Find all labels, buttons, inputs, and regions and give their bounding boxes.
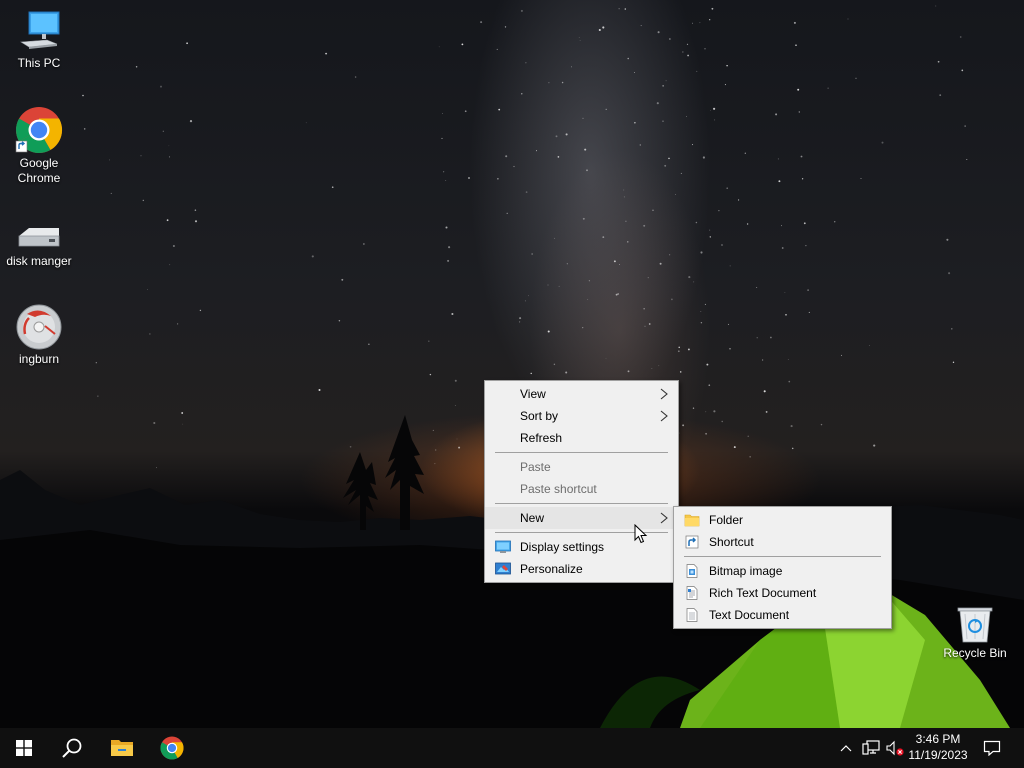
clock-time: 3:46 PM — [915, 732, 961, 746]
menu-item-view[interactable]: View — [485, 383, 678, 405]
personalize-icon — [495, 562, 511, 575]
desktop-context-menu: View Sort by Refresh Paste Paste shortcu… — [484, 380, 679, 583]
chevron-right-icon — [660, 512, 668, 524]
start-button[interactable] — [0, 728, 48, 768]
menu-separator — [684, 556, 881, 557]
taskbar: 3:46 PM 11/19/2023 — [0, 728, 1024, 768]
menu-item-label: View — [520, 387, 546, 401]
desktop-icon-label: This PC — [17, 56, 61, 70]
search-button[interactable] — [48, 728, 96, 768]
menu-item-label: Text Document — [709, 608, 790, 622]
menu-item-display-settings[interactable]: Display settings — [485, 536, 678, 558]
desktop-icon-label: Recycle Bin — [943, 646, 1007, 660]
chevron-right-icon — [660, 410, 668, 422]
network-icon — [862, 740, 880, 755]
recycle-bin-icon — [957, 607, 993, 643]
show-hidden-icons-button[interactable] — [836, 728, 856, 768]
menu-separator — [495, 503, 668, 504]
volume-button[interactable] — [884, 728, 906, 768]
notification-center-icon — [983, 740, 1001, 756]
chrome-icon — [15, 107, 63, 153]
menu-item-refresh[interactable]: Refresh — [485, 427, 678, 449]
menu-item-label: Sort by — [520, 409, 559, 423]
menu-item-label: New — [520, 511, 545, 525]
computer-icon — [20, 11, 60, 49]
start-icon — [16, 740, 32, 756]
menu-item-label: Shortcut — [709, 535, 754, 549]
desktop[interactable]: This PC Google Chrome disk manger ingbur… — [0, 0, 1024, 728]
submenu-item-shortcut[interactable]: Shortcut — [674, 531, 891, 553]
chrome-icon — [160, 736, 184, 760]
search-icon — [62, 738, 82, 758]
menu-item-label: Refresh — [520, 431, 563, 445]
menu-item-new[interactable]: New — [485, 507, 678, 529]
bitmap-icon — [686, 564, 698, 578]
desktop-icon-disk-manger[interactable]: disk manger — [1, 222, 77, 269]
network-button[interactable] — [858, 728, 884, 768]
desktop-icon-ingburn[interactable]: ingburn — [1, 304, 77, 367]
menu-item-label: Bitmap image — [709, 564, 783, 578]
menu-item-personalize[interactable]: Personalize — [485, 558, 678, 580]
text-document-icon — [686, 608, 698, 622]
menu-item-sort-by[interactable]: Sort by — [485, 405, 678, 427]
desktop-icon-label: Google Chrome — [17, 156, 61, 185]
submenu-item-folder[interactable]: Folder — [674, 509, 891, 531]
menu-item-label: Personalize — [520, 562, 583, 576]
desktop-icon-label: ingburn — [18, 352, 60, 366]
menu-item-paste-shortcut[interactable]: Paste shortcut — [485, 478, 678, 500]
shortcut-icon — [685, 535, 699, 549]
menu-item-label: Folder — [709, 513, 744, 527]
display-settings-icon — [495, 540, 511, 553]
desktop-icon-google-chrome[interactable]: Google Chrome — [1, 106, 77, 186]
chevron-right-icon — [660, 388, 668, 400]
chevron-up-icon — [840, 745, 852, 752]
file-explorer-button[interactable] — [98, 728, 146, 768]
chrome-taskbar-button[interactable] — [148, 728, 196, 768]
menu-separator — [495, 452, 668, 453]
notification-center-button[interactable] — [976, 728, 1008, 768]
submenu-item-text-document[interactable]: Text Document — [674, 604, 891, 626]
menu-item-label: Display settings — [520, 540, 605, 554]
file-explorer-icon — [111, 740, 133, 756]
rtf-document-icon — [686, 586, 698, 600]
menu-item-label: Rich Text Document — [709, 586, 817, 600]
desktop-icon-label: disk manger — [6, 254, 72, 268]
mouse-cursor-icon — [634, 524, 648, 544]
new-submenu: Folder Shortcut Bitmap image Rich Text D… — [673, 506, 892, 629]
menu-item-label: Paste — [520, 460, 551, 474]
drive-icon — [18, 228, 60, 247]
desktop-icon-this-pc[interactable]: This PC — [1, 10, 77, 71]
submenu-item-bitmap-image[interactable]: Bitmap image — [674, 560, 891, 582]
clock-date: 11/19/2023 — [908, 748, 968, 762]
desktop-icon-recycle-bin[interactable]: Recycle Bin — [937, 602, 1013, 661]
disc-icon — [16, 304, 62, 350]
volume-muted-icon — [886, 740, 904, 756]
submenu-item-rich-text-document[interactable]: Rich Text Document — [674, 582, 891, 604]
taskbar-clock[interactable]: 3:46 PM 11/19/2023 — [906, 731, 970, 763]
menu-item-paste[interactable]: Paste — [485, 456, 678, 478]
menu-item-label: Paste shortcut — [520, 482, 597, 496]
folder-icon — [684, 514, 700, 527]
